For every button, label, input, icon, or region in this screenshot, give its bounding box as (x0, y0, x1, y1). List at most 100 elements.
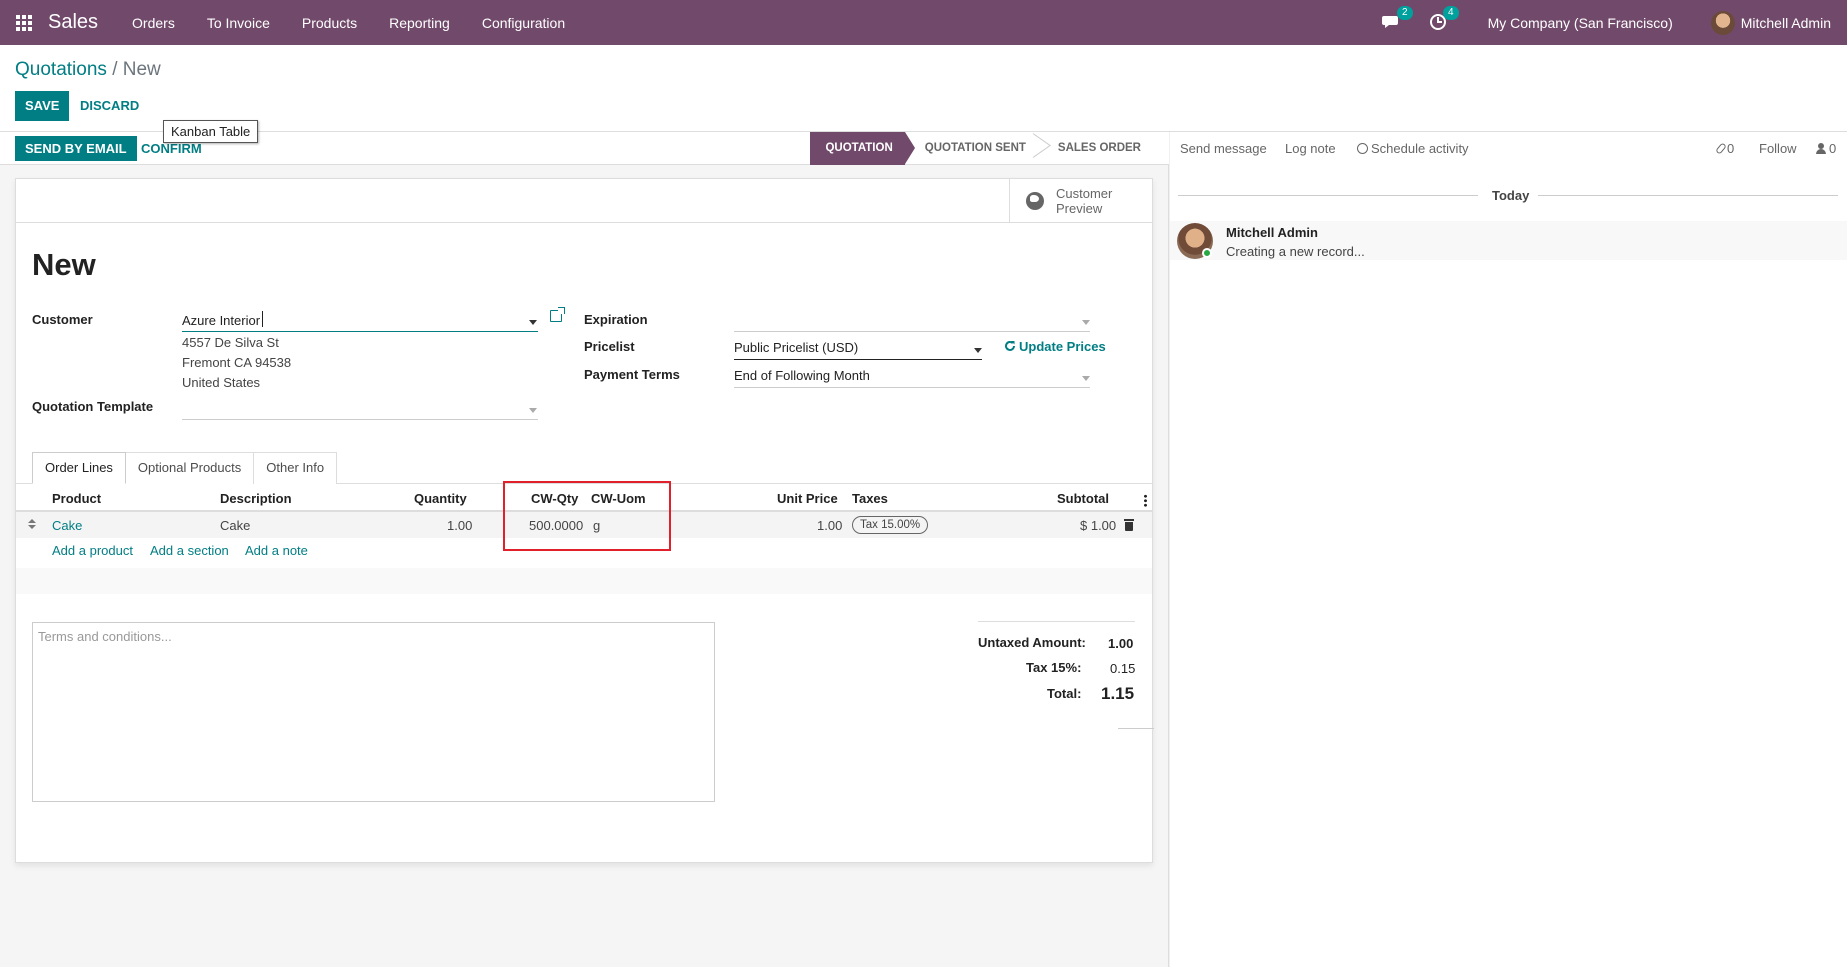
menu-reporting[interactable]: Reporting (373, 15, 466, 31)
column-cw-qty[interactable]: CW-Qty (531, 491, 578, 506)
add-note-link[interactable]: Add a note (245, 543, 308, 558)
expiration-input[interactable] (734, 312, 1084, 328)
messaging-icon[interactable]: 2 (1381, 5, 1413, 34)
menu-products[interactable]: Products (286, 15, 373, 31)
menu-configuration[interactable]: Configuration (466, 15, 581, 31)
column-subtotal[interactable]: Subtotal (1057, 491, 1109, 506)
apps-menu-icon[interactable] (14, 13, 34, 33)
schedule-activity-label: Schedule activity (1371, 141, 1469, 156)
payment-terms-underline (734, 387, 1090, 388)
message-author[interactable]: Mitchell Admin (1226, 225, 1318, 240)
tab-order-lines[interactable]: Order Lines (32, 452, 126, 484)
column-cw-uom[interactable]: CW-Uom (591, 491, 646, 506)
quotation-template-label: Quotation Template (32, 399, 154, 414)
add-section-link[interactable]: Add a section (150, 543, 229, 558)
save-button[interactable]: SAVE (15, 91, 70, 121)
log-note-button[interactable]: Log note (1285, 141, 1336, 156)
customer-preview-label-2: Preview (1056, 201, 1103, 216)
text-cursor (262, 311, 263, 327)
activity-clock-icon[interactable]: 4 (1428, 5, 1459, 34)
row-product[interactable]: Cake (52, 518, 82, 533)
top-navbar: Sales Orders To Invoice Products Reporti… (0, 0, 1847, 45)
send-message-button[interactable]: Send message (1180, 141, 1267, 156)
column-unit-price[interactable]: Unit Price (777, 491, 838, 506)
chatter-topbar: Send message Log note Schedule activity … (1170, 132, 1847, 165)
attachments-count: 0 (1727, 141, 1735, 156)
stage-sales-order[interactable]: SALES ORDER (1038, 132, 1153, 165)
customer-preview-button[interactable]: Customer Preview (1009, 179, 1152, 223)
attachments-button[interactable]: 0 (1715, 141, 1735, 156)
schedule-activity-button[interactable]: Schedule activity (1357, 141, 1469, 156)
followers-button[interactable]: 0 (1816, 141, 1836, 156)
follow-button[interactable]: Follow (1759, 141, 1797, 156)
activities-badge: 4 (1443, 5, 1459, 20)
tooltip: Kanban Table (163, 120, 259, 143)
address-line-2: Fremont CA 94538 (182, 355, 292, 370)
customer-dropdown-icon[interactable] (529, 320, 537, 325)
button-box: Customer Preview (16, 179, 1152, 223)
expiration-input-underline (734, 331, 1090, 332)
table-row[interactable]: Cake Cake 1.00 500.0000 g 1.00 Tax 15.00… (16, 512, 1152, 538)
pricelist-dropdown-icon[interactable] (974, 348, 982, 353)
untaxed-amount-value: 1.00 (1108, 636, 1134, 651)
customer-input[interactable]: Azure Interior (182, 313, 260, 328)
date-divider-left (1178, 195, 1478, 196)
chatter-message: Mitchell Admin Creating a new record... (1170, 221, 1847, 260)
discard-button[interactable]: DISCARD (80, 98, 139, 113)
column-options-icon[interactable] (1144, 494, 1147, 507)
column-product[interactable]: Product (52, 491, 101, 506)
template-dropdown-icon[interactable] (529, 408, 537, 413)
online-status-icon (1202, 248, 1212, 258)
tab-optional-products[interactable]: Optional Products (124, 452, 255, 484)
send-by-email-button[interactable]: SEND BY EMAIL (15, 136, 137, 161)
followers-icon (1816, 143, 1826, 154)
order-lines-header: Product Description Quantity CW-Qty CW-U… (16, 484, 1152, 512)
tax-tag[interactable]: Tax 15.00% (852, 516, 929, 534)
row-description[interactable]: Cake (220, 518, 250, 533)
expiration-label: Expiration (584, 312, 648, 327)
column-description[interactable]: Description (220, 491, 292, 506)
tab-other-info[interactable]: Other Info (253, 452, 338, 484)
quotation-template-input[interactable] (182, 399, 522, 415)
tax-value: 0.15 (1110, 661, 1136, 676)
tax-label: Tax 15%: (1026, 660, 1082, 675)
row-cw-uom[interactable]: g (593, 518, 600, 533)
company-switcher[interactable]: My Company (San Francisco) (1488, 15, 1673, 31)
row-cw-qty[interactable]: 500.0000 (529, 518, 583, 533)
column-quantity[interactable]: Quantity (414, 491, 467, 506)
total-value: 1.15 (1101, 684, 1135, 703)
message-body: Creating a new record... (1226, 244, 1365, 259)
payment-terms-dropdown-icon[interactable] (1082, 376, 1090, 381)
add-product-link[interactable]: Add a product (52, 543, 133, 558)
app-name[interactable]: Sales (48, 11, 98, 34)
user-menu[interactable]: Mitchell Admin (1710, 10, 1831, 35)
menu-orders[interactable]: Orders (116, 15, 191, 31)
terms-textarea[interactable]: Terms and conditions... (32, 622, 715, 802)
address-line-3: United States (182, 375, 261, 390)
date-divider-right (1538, 195, 1838, 196)
external-link-icon[interactable] (550, 307, 565, 322)
update-prices-label: Update Prices (1019, 339, 1106, 354)
clock-icon (1357, 143, 1368, 154)
payment-terms-input[interactable]: End of Following Month (734, 368, 870, 383)
stage-quotation[interactable]: QUOTATION (810, 132, 916, 165)
column-taxes[interactable]: Taxes (852, 491, 888, 506)
empty-row (16, 568, 1152, 594)
drag-handle-icon[interactable] (28, 519, 36, 531)
expiration-dropdown-icon[interactable] (1082, 320, 1090, 325)
customer-label: Customer (32, 312, 93, 327)
payment-terms-label: Payment Terms (584, 367, 680, 382)
row-subtotal: $ 1.00 (1080, 518, 1117, 533)
breadcrumb-quotations[interactable]: Quotations (15, 59, 107, 80)
row-unit-price[interactable]: 1.00 (817, 518, 842, 533)
trash-icon[interactable] (1124, 519, 1134, 531)
confirm-button[interactable]: CONFIRM (141, 141, 202, 156)
row-quantity[interactable]: 1.00 (447, 518, 472, 533)
control-panel: Quotations / New SAVE DISCARD (0, 45, 1847, 132)
menu-to-invoice[interactable]: To Invoice (191, 15, 286, 31)
pricelist-input[interactable]: Public Pricelist (USD) (734, 340, 858, 355)
followers-count: 0 (1829, 141, 1837, 156)
stage-quotation-sent[interactable]: QUOTATION SENT (905, 132, 1038, 165)
update-prices-button[interactable]: Update Prices (1004, 339, 1106, 354)
breadcrumb-current: New (122, 59, 161, 80)
